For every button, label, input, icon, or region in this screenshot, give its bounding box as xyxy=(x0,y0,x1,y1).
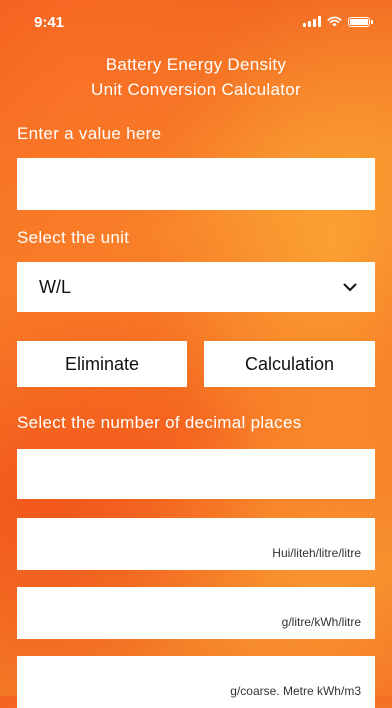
page-title: Battery Energy Density Unit Conversion C… xyxy=(0,52,392,102)
decimal-places-label: Select the number of decimal places xyxy=(17,413,302,432)
result-unit-label: Hui/liteh/litre/litre xyxy=(272,546,361,560)
decimal-places-select[interactable] xyxy=(17,449,375,499)
value-label: Enter a value here xyxy=(17,124,162,143)
title-line-1: Battery Energy Density xyxy=(105,55,287,74)
result-field: g/coarse. Metre kWh/m3 xyxy=(17,656,375,708)
wifi-icon xyxy=(327,16,342,27)
status-time: 9:41 xyxy=(34,14,65,31)
unit-select-value: W/L xyxy=(39,276,72,297)
status-bar: 9:41 xyxy=(0,0,392,46)
value-input[interactable] xyxy=(17,158,375,210)
eliminate-button[interactable]: Eliminate xyxy=(17,341,187,387)
battery-icon xyxy=(348,16,373,27)
cellular-signal-icon xyxy=(303,16,321,27)
result-unit-label: g/litre/kWh/litre xyxy=(281,615,361,629)
unit-select[interactable]: W/L xyxy=(17,262,375,312)
unit-label: Select the unit xyxy=(17,228,130,247)
calculation-button[interactable]: Calculation xyxy=(204,341,375,387)
status-icons xyxy=(303,16,373,27)
chevron-down-icon xyxy=(343,283,357,291)
result-field: g/litre/kWh/litre xyxy=(17,587,375,639)
title-line-2: Unit Conversion Calculator xyxy=(91,80,301,99)
result-field: Hui/liteh/litre/litre xyxy=(17,518,375,570)
